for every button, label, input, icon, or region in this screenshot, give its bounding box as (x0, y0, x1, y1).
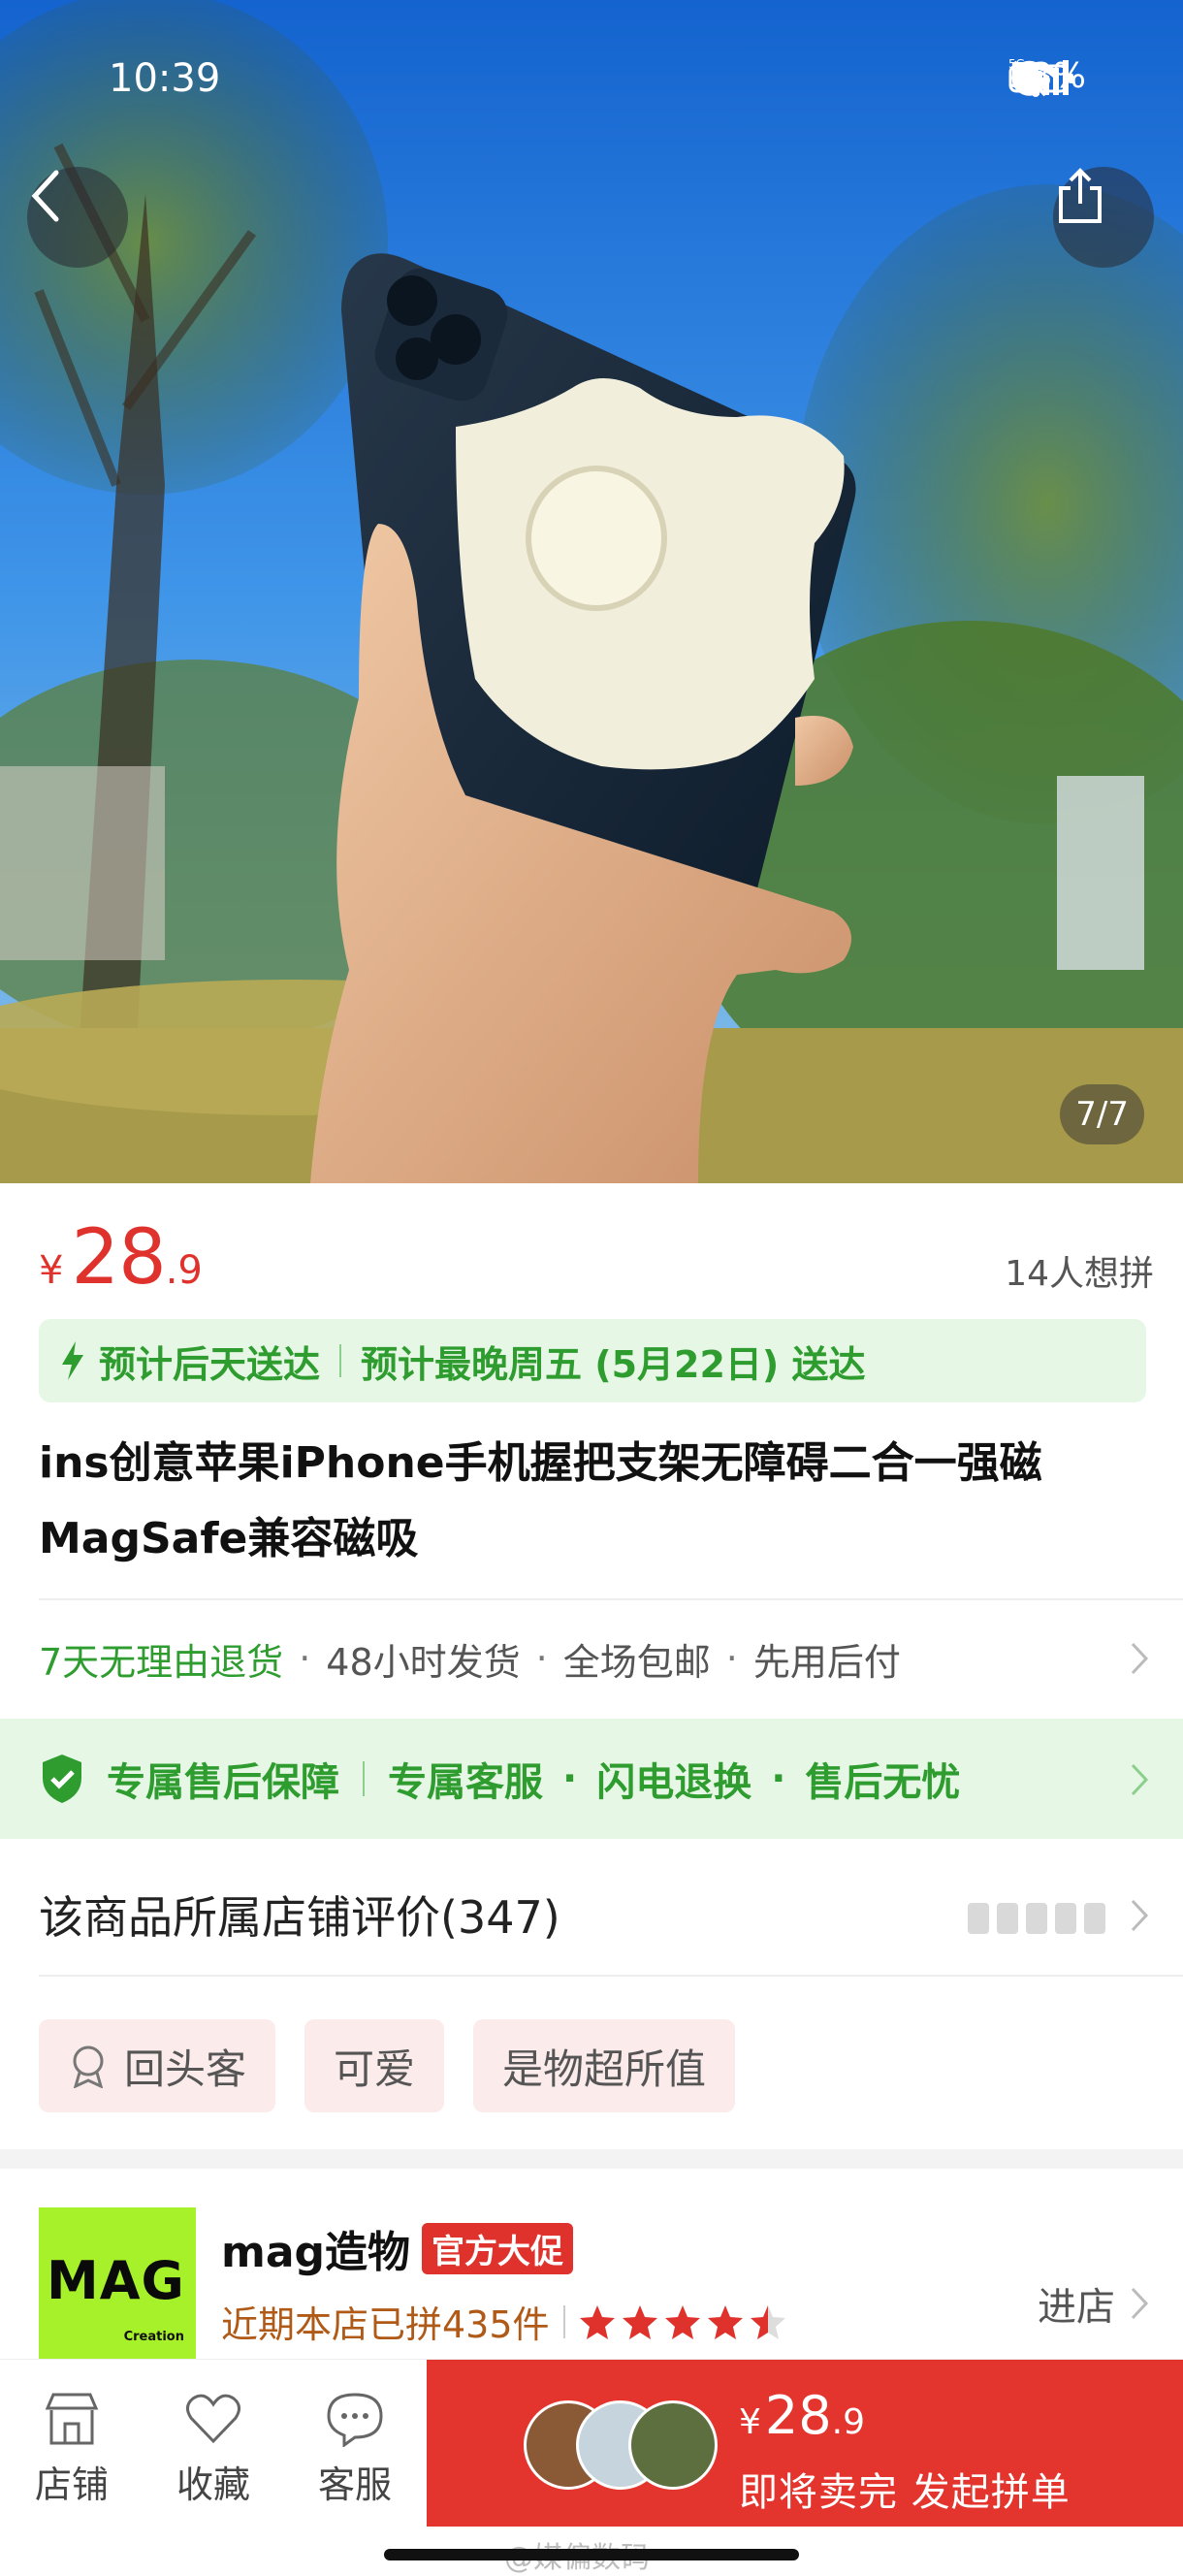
price: ¥ 28 .9 (39, 1214, 203, 1302)
separator-dot: · (562, 1756, 578, 1801)
delivery-secondary: 预计最晚周五 (5月22日) 送达 (361, 1342, 866, 1386)
separator-dot: · (299, 1637, 311, 1680)
service-item: 48小时发货 (326, 1640, 521, 1684)
review-tag[interactable]: 是物超所值 (473, 2019, 736, 2112)
chevron-left-icon (31, 170, 59, 222)
store-name-line: mag造物 官方大促 (221, 2217, 574, 2279)
buy-price-decimal: .9 (831, 2402, 865, 2442)
reviews-label: 该商品所属店铺评价(347) (39, 1891, 560, 1944)
store-rating (579, 2303, 786, 2340)
status-time: 10:39 (109, 56, 221, 101)
status-bar: 10:39 5G 53% (0, 0, 1183, 155)
review-tags: 回头客 可爱 是物超所值 (39, 2019, 736, 2112)
separator-dot: · (725, 1637, 738, 1680)
buy-price-currency: ¥ (739, 2402, 761, 2442)
guarantee-item: 闪电退换 (596, 1760, 752, 1805)
store-sales: 近期本店已拼435件 (221, 2303, 550, 2346)
nav-store-label: 店铺 (34, 2463, 109, 2506)
badge-icon (73, 2045, 104, 2088)
enter-store-link[interactable]: 进店 (1038, 2275, 1150, 2332)
store-logo[interactable]: MAG Creation (39, 2207, 196, 2363)
nav-favorite[interactable]: 收藏 (155, 2391, 272, 2508)
status-icons: 5G 53% (1008, 56, 1086, 97)
store-logo-text: MAG (47, 2250, 185, 2311)
delivery-banner: 预计后天送达 预计最晚周五 (5月22日) 送达 (39, 1319, 1146, 1402)
chat-icon (327, 2393, 383, 2447)
store-name: mag造物 (221, 2228, 411, 2277)
chevron-right-icon (1131, 2287, 1149, 2320)
buy-price-integer: 28 (764, 2385, 832, 2446)
delivery-divider (339, 1344, 342, 1377)
nav-customer-service-label: 客服 (317, 2463, 392, 2506)
guarantee-row[interactable]: 专属售后保障 专属客服 · 闪电退换 · 售后无忧 (0, 1719, 1183, 1839)
enter-store-label: 进店 (1038, 2285, 1115, 2330)
review-tag-label: 回头客 (124, 2045, 247, 2093)
back-button[interactable] (27, 167, 128, 268)
heart-icon (186, 2394, 240, 2444)
buy-label: 即将卖完 发起拼单 (739, 2470, 1071, 2515)
nav-customer-service[interactable]: 客服 (297, 2391, 413, 2508)
store-reviews-row[interactable]: 该商品所属店铺评价(347) (0, 1854, 1183, 1975)
battery-icon (1008, 64, 1073, 93)
guarantee-divider (363, 1761, 365, 1796)
separator-dot: · (771, 1756, 786, 1801)
product-photo (0, 0, 1183, 1183)
shield-check-icon (43, 1755, 81, 1803)
store-icon (45, 2393, 99, 2445)
product-title: ins创意苹果iPhone手机握把支架无障碍二合一强磁MagSafe兼容磁吸 (39, 1438, 1042, 1563)
avatar (628, 2400, 718, 2490)
divider (39, 1975, 1183, 1977)
buy-price: ¥ 28 .9 (739, 2385, 865, 2446)
review-tag-label: 是物超所值 (502, 2045, 707, 2093)
guarantee-item: 专属客服 (388, 1760, 543, 1805)
nav-store[interactable]: 店铺 (14, 2391, 130, 2508)
service-row[interactable]: 7天无理由退货 · 48小时发货 · 全场包邮 · 先用后付 (0, 1600, 1183, 1717)
star-icon (579, 2304, 615, 2339)
home-indicator[interactable] (384, 2549, 799, 2560)
price-currency: ¥ (39, 1248, 64, 1293)
review-tag-label: 可爱 (334, 2045, 416, 2093)
buyer-avatars (524, 2400, 718, 2490)
star-icon (707, 2304, 743, 2339)
section-gap (0, 2149, 1183, 2169)
product-image-carousel[interactable]: 10:39 5G 53% 7/7 (0, 0, 1183, 1183)
nav-favorite-label: 收藏 (176, 2463, 250, 2506)
delivery-primary: 预计后天送达 (99, 1342, 321, 1386)
star-icon (622, 2304, 657, 2339)
share-icon (1059, 168, 1102, 223)
lightning-icon (62, 1341, 83, 1380)
store-card[interactable]: MAG Creation mag造物 官方大促 近期本店已拼435件 进店 (0, 2169, 1183, 2363)
group-buy-button[interactable]: ¥ 28 .9 即将卖完 发起拼单 (427, 2360, 1183, 2527)
store-divider (562, 2304, 565, 2338)
want-count: 14人想拼 (1005, 1254, 1154, 1294)
chevron-right-icon (1131, 1763, 1149, 1796)
separator-dot: · (535, 1637, 548, 1680)
half-star-icon (750, 2304, 785, 2339)
chevron-right-icon (1131, 1642, 1149, 1675)
service-item: 先用后付 (752, 1640, 901, 1684)
review-tag[interactable]: 可爱 (304, 2019, 445, 2112)
share-button[interactable] (1053, 167, 1154, 268)
review-tag[interactable]: 回头客 (39, 2019, 276, 2112)
promo-badge: 官方大促 (422, 2222, 574, 2274)
bottom-action-bar: 店铺 收藏 客服 ¥ 28 .9 即将卖完 发起拼单 (0, 2359, 1183, 2531)
return-policy: 7天无理由退货 (39, 1640, 284, 1684)
store-sales-line: 近期本店已拼435件 (221, 2295, 786, 2348)
store-logo-subtext: Creation (123, 2330, 184, 2344)
price-integer: 28 (71, 1214, 166, 1302)
guarantee-label: 专属售后保障 (107, 1760, 339, 1805)
guarantee-item: 售后无忧 (805, 1760, 961, 1805)
reviewer-avatars-blurred (968, 1903, 1105, 1934)
price-decimal: .9 (165, 1248, 203, 1293)
service-item: 全场包邮 (562, 1640, 711, 1684)
chevron-right-icon (1131, 1899, 1149, 1932)
image-counter: 7/7 (1060, 1084, 1144, 1144)
price-row: ¥ 28 .9 14人想拼 (0, 1183, 1183, 1319)
star-icon (664, 2304, 700, 2339)
